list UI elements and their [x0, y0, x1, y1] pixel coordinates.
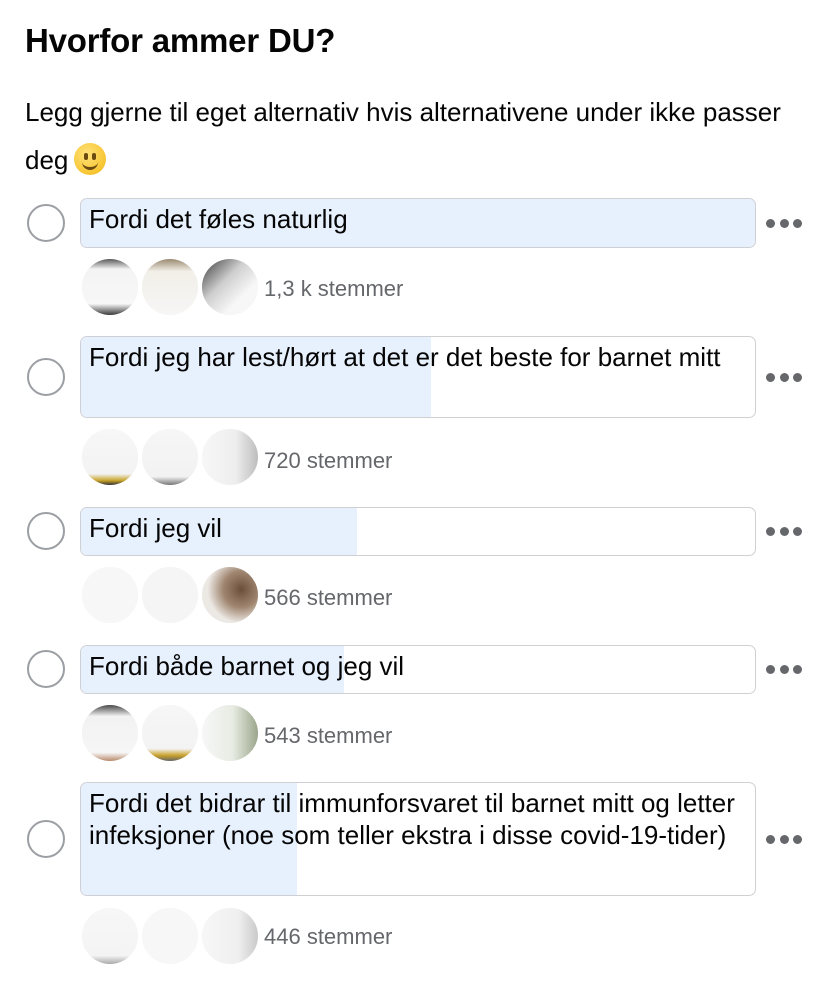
poll-option-label: Fordi jeg har lest/hørt at det er det be…: [89, 342, 721, 372]
poll-subtitle: Legg gjerne til eget alternativ hvis alt…: [25, 88, 805, 184]
poll-subtitle-text: Legg gjerne til eget alternativ hvis alt…: [25, 97, 781, 175]
voter-avatars[interactable]: [80, 257, 260, 319]
poll-option-label: Fordi jeg vil: [89, 513, 222, 543]
poll-option-bar[interactable]: Fordi det bidrar til immunforsvaret til …: [80, 782, 756, 896]
vote-count[interactable]: 720 stemmer: [264, 448, 392, 474]
more-options-icon[interactable]: [766, 371, 802, 383]
avatar[interactable]: [200, 427, 260, 487]
avatar[interactable]: [140, 906, 200, 966]
voter-avatars[interactable]: [80, 703, 260, 765]
poll-option-radio[interactable]: [27, 650, 65, 688]
avatar[interactable]: [80, 906, 140, 966]
avatar[interactable]: [80, 257, 140, 317]
poll-option-radio[interactable]: [27, 820, 65, 858]
avatar[interactable]: [80, 703, 140, 763]
more-options-icon[interactable]: [766, 525, 802, 537]
voter-avatars[interactable]: [80, 427, 260, 489]
avatar[interactable]: [80, 427, 140, 487]
poll-option-radio[interactable]: [27, 512, 65, 550]
poll-option-label: Fordi det bidrar til immunforsvaret til …: [89, 788, 735, 850]
slightly-smiling-face-emoji-icon: [74, 143, 107, 175]
poll-option-bar[interactable]: Fordi jeg vil: [80, 507, 756, 556]
avatar[interactable]: [200, 257, 260, 317]
avatar[interactable]: [200, 703, 260, 763]
vote-count[interactable]: 1,3 k stemmer: [264, 276, 403, 302]
poll-option-label: Fordi både barnet og jeg vil: [89, 651, 405, 681]
more-options-icon[interactable]: [766, 833, 802, 845]
avatar[interactable]: [140, 257, 200, 317]
avatar[interactable]: [80, 565, 140, 625]
voter-avatars[interactable]: [80, 906, 260, 968]
vote-count[interactable]: 446 stemmer: [264, 924, 392, 950]
poll-option-bar[interactable]: Fordi både barnet og jeg vil: [80, 645, 756, 694]
vote-count[interactable]: 543 stemmer: [264, 723, 392, 749]
vote-count[interactable]: 566 stemmer: [264, 585, 392, 611]
avatar[interactable]: [140, 565, 200, 625]
more-options-icon[interactable]: [766, 663, 802, 675]
poll-option-bar[interactable]: Fordi det føles naturlig: [80, 198, 756, 248]
avatar[interactable]: [140, 427, 200, 487]
avatar[interactable]: [200, 565, 260, 625]
more-options-icon[interactable]: [766, 217, 802, 229]
poll-option-radio[interactable]: [27, 358, 65, 396]
avatar[interactable]: [140, 703, 200, 763]
voter-avatars[interactable]: [80, 565, 260, 627]
poll-option-bar[interactable]: Fordi jeg har lest/hørt at det er det be…: [80, 336, 756, 418]
poll-option-label: Fordi det føles naturlig: [89, 204, 348, 234]
avatar[interactable]: [200, 906, 260, 966]
poll-option-radio[interactable]: [27, 204, 65, 242]
poll-title: Hvorfor ammer DU?: [25, 22, 336, 59]
